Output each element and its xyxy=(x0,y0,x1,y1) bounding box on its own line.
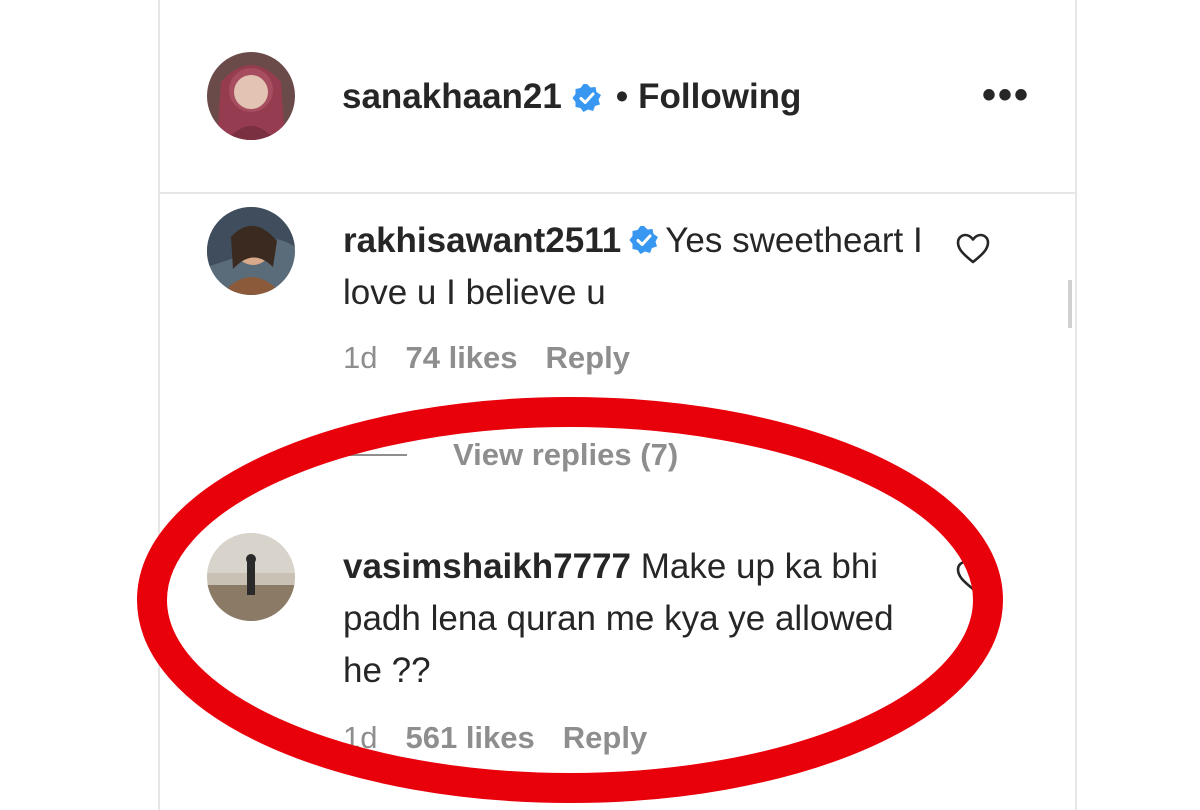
comment-text: vasimshaikh7777 Make up ka bhi padh lena… xyxy=(343,541,933,697)
like-heart-icon[interactable] xyxy=(955,558,991,594)
view-replies-line xyxy=(343,454,407,456)
comment-meta: 1d 561 likes Reply xyxy=(343,720,647,756)
comment-username[interactable]: rakhisawant2511 xyxy=(343,221,621,260)
separator-dot: • xyxy=(615,77,629,116)
author-avatar[interactable] xyxy=(207,52,295,140)
reply-button[interactable]: Reply xyxy=(546,340,630,376)
comment-text: rakhisawant2511 Yes sweetheart I love u … xyxy=(343,215,933,319)
verified-badge-icon xyxy=(572,82,602,112)
author-row: sanakhaan21 • Following xyxy=(342,74,801,120)
comment-age: 1d xyxy=(343,340,378,375)
reply-button[interactable]: Reply xyxy=(563,720,647,756)
comment-age: 1d xyxy=(343,720,378,755)
more-options-icon[interactable]: ••• xyxy=(982,72,1030,118)
like-heart-icon[interactable] xyxy=(955,231,991,267)
view-replies-button[interactable]: View replies (7) xyxy=(343,435,678,475)
commenter-avatar[interactable] xyxy=(207,207,295,295)
commenter-avatar[interactable] xyxy=(207,533,295,621)
author-username[interactable]: sanakhaan21 xyxy=(342,77,562,117)
view-replies-label[interactable]: View replies (7) xyxy=(453,437,678,473)
verified-badge-icon xyxy=(629,218,659,254)
post-header: sanakhaan21 • Following ••• xyxy=(160,0,1075,194)
comment-username[interactable]: vasimshaikh7777 xyxy=(343,547,631,586)
following-button[interactable]: Following xyxy=(638,77,801,117)
comment-meta: 1d 74 likes Reply xyxy=(343,340,630,376)
comment-likes[interactable]: 74 likes xyxy=(405,340,517,376)
comment-likes[interactable]: 561 likes xyxy=(405,720,534,756)
comments-panel: sanakhaan21 • Following ••• rakhisawant2… xyxy=(158,0,1077,810)
scrollbar[interactable] xyxy=(1068,280,1072,328)
